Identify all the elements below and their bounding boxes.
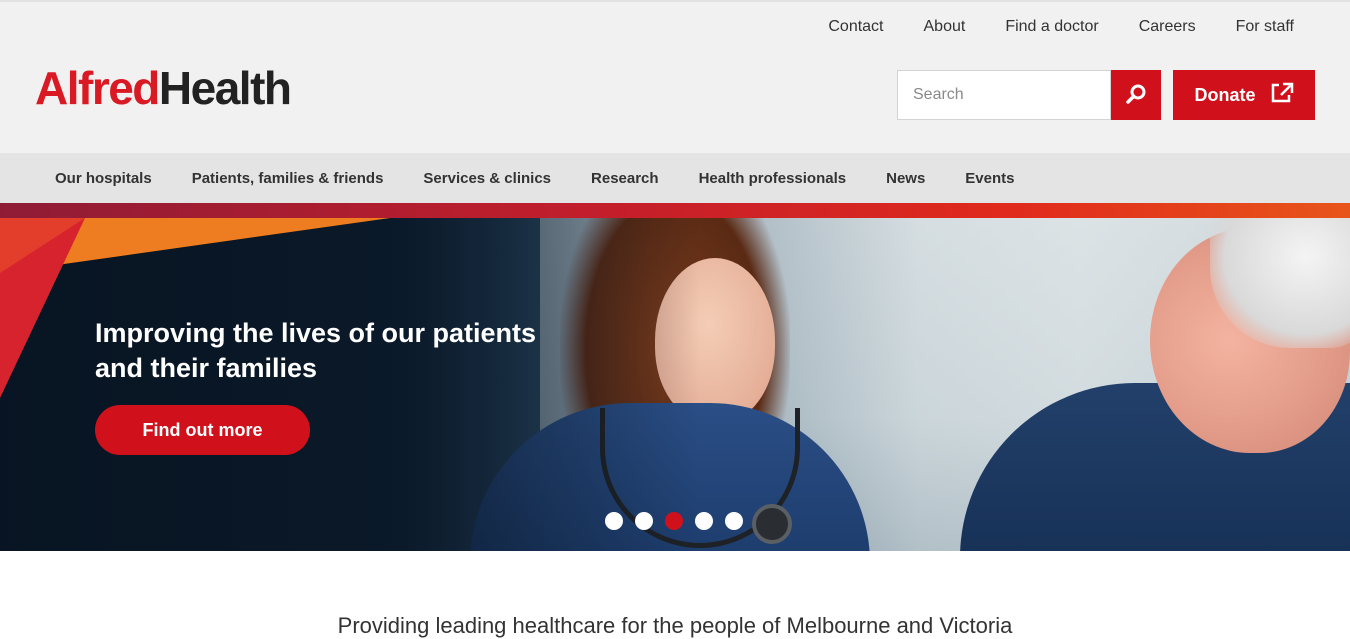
utility-link-for-staff[interactable]: For staff [1236, 18, 1294, 36]
hero-title: Improving the lives of our patients and … [95, 318, 537, 383]
logo-text-alfred: Alfred [35, 62, 160, 114]
main-nav: Our hospitals Patients, families & frien… [0, 153, 1350, 203]
search-button[interactable] [1111, 70, 1161, 120]
utility-link-about[interactable]: About [924, 18, 966, 36]
donate-button[interactable]: Donate [1173, 70, 1315, 120]
utility-link-contact[interactable]: Contact [828, 18, 883, 36]
nav-research[interactable]: Research [571, 170, 679, 187]
hero-carousel: Improving the lives of our patients and … [0, 218, 1350, 551]
find-out-more-button[interactable]: Find out more [95, 405, 310, 455]
carousel-dot-active[interactable] [665, 512, 683, 530]
search-input[interactable] [898, 71, 1110, 119]
site-header: Contact About Find a doctor Careers For … [0, 0, 1350, 153]
carousel-dot[interactable] [635, 512, 653, 530]
site-logo[interactable]: AlfredHealth [35, 62, 292, 114]
carousel-dot[interactable] [725, 512, 743, 530]
nav-patients-families-friends[interactable]: Patients, families & friends [172, 170, 404, 187]
external-link-icon [1270, 82, 1294, 109]
nav-events[interactable]: Events [945, 170, 1034, 187]
utility-link-find-a-doctor[interactable]: Find a doctor [1005, 18, 1098, 36]
nav-services-clinics[interactable]: Services & clinics [403, 170, 571, 187]
accent-bar [0, 203, 1350, 218]
search-icon [1125, 83, 1147, 108]
nav-news[interactable]: News [866, 170, 945, 187]
page-tagline: Providing leading healthcare for the peo… [337, 613, 1013, 638]
carousel-dot[interactable] [695, 512, 713, 530]
donate-label: Donate [1194, 84, 1256, 105]
carousel-dots [605, 512, 743, 530]
nav-our-hospitals[interactable]: Our hospitals [35, 170, 172, 187]
nav-health-professionals[interactable]: Health professionals [679, 170, 867, 187]
logo-text-health: Health [158, 62, 292, 114]
hero-decor-red-accent [0, 218, 85, 273]
utility-nav: Contact About Find a doctor Careers For … [828, 18, 1294, 36]
utility-link-careers[interactable]: Careers [1139, 18, 1196, 36]
carousel-dot[interactable] [605, 512, 623, 530]
search-box [897, 70, 1111, 120]
